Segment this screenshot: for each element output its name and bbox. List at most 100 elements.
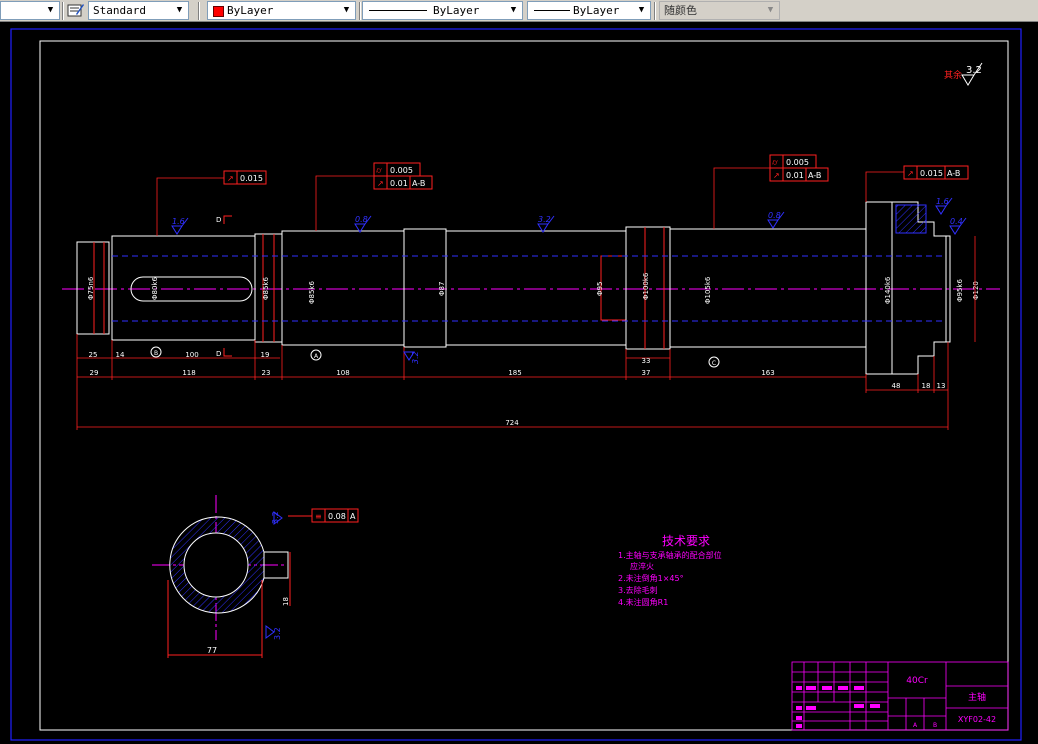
dim-text: 18: [282, 597, 290, 606]
dim-text: 18: [922, 382, 931, 390]
runout-icon: ↗: [227, 174, 234, 183]
section-mark: D: [216, 216, 221, 224]
tech-req-line: 4.未注圆角R1: [618, 597, 668, 607]
toolbar-separator: [654, 2, 656, 20]
dim-text: 118: [182, 369, 195, 377]
dim-text: 108: [336, 369, 349, 377]
roughness-value: 3.2: [273, 627, 282, 640]
layer-combo[interactable]: ▼: [0, 1, 60, 20]
tol-value: 0.005: [786, 158, 809, 167]
dia-label: Φ140k6: [884, 276, 892, 304]
dia-label: Φ87: [438, 282, 446, 296]
plot-style-combo[interactable]: 随颜色 ▼: [659, 1, 780, 20]
dia-label: Φ75n6: [87, 276, 95, 300]
dia-label: Φ80k6: [151, 277, 159, 300]
color-swatch-icon: [213, 6, 224, 17]
roughness-label: 其余: [944, 69, 962, 81]
roughness-value: 0.8: [355, 215, 368, 224]
lineweight-value: ByLayer: [573, 4, 620, 17]
tol-value: 0.015: [920, 169, 943, 178]
roughness-value: 3.2: [271, 511, 280, 524]
roughness-value: 3.2: [411, 351, 420, 364]
dim-text: 48: [892, 382, 901, 390]
dia-label: Φ120: [972, 281, 980, 300]
color-combo[interactable]: ByLayer ▼: [207, 1, 356, 20]
symmetry-icon: ≡: [315, 512, 322, 521]
title-cell: B: [933, 722, 937, 729]
tol-ref: A-B: [412, 179, 425, 188]
chevron-down-icon[interactable]: ▼: [635, 3, 648, 18]
plot-style-value: 随颜色: [664, 4, 697, 17]
roughness-value: 1.6: [936, 197, 949, 206]
tol-value: 0.01: [786, 171, 804, 180]
roughness-value: 1.6: [172, 217, 185, 226]
dim-text: 185: [508, 369, 521, 377]
roughness-value: 0.8: [768, 211, 781, 220]
toolbar-separator: [62, 2, 64, 20]
runout-icon: ↗: [773, 171, 780, 180]
cylindricity-icon: ⌭: [772, 158, 778, 167]
section-view: 77 18 ≡ 0.08 A 3.2 3.2: [152, 495, 359, 658]
tol-ref: A-B: [808, 171, 821, 180]
runout-icon: ↗: [377, 179, 384, 188]
drawing-canvas[interactable]: 其余 3.2 Φ75n6 Φ80k6 Φ85k6 Φ85k6 Φ87 Φ95 Φ…: [0, 22, 1038, 744]
chevron-down-icon[interactable]: ▼: [340, 3, 353, 18]
tech-req-line: 3.去除毛刺: [618, 585, 658, 595]
dim-text: 37: [642, 369, 651, 377]
section-marks: D D: [216, 215, 232, 358]
shaft-main-view: [62, 201, 1000, 375]
dia-label: Φ85k6: [262, 277, 270, 300]
dia-label: Φ85k6: [308, 281, 316, 304]
linetype-combo[interactable]: ByLayer ▼: [362, 1, 523, 20]
part-name: 主轴: [968, 691, 986, 703]
title-block-texts: 40Cr 主轴 XYF02-42 A B: [906, 676, 996, 729]
runout-icon: ↗: [907, 169, 914, 178]
material: 40Cr: [906, 676, 928, 686]
general-roughness: 其余 3.2: [944, 62, 983, 86]
tolerance-frames: ↗ 0.015 ⌭ 0.005 ↗ 0.01 A-B ⌭ 0.005 ↗ 0.0…: [223, 154, 969, 190]
chevron-down-icon[interactable]: ▼: [764, 3, 777, 18]
dia-label: Φ95: [596, 282, 604, 296]
tech-req-line: 应淬火: [630, 561, 654, 571]
dim-text: 19: [261, 351, 270, 359]
linetype-preview-icon: [369, 10, 427, 11]
dia-label: Φ95k6: [956, 279, 964, 302]
tol-value: 0.01: [390, 179, 408, 188]
tol-ref: A-B: [947, 169, 960, 178]
lineweight-preview-icon: [534, 10, 570, 11]
dim-text: 77: [207, 646, 217, 655]
dia-label: Φ100k6: [642, 272, 650, 300]
roughness-value: 0.4: [950, 217, 963, 226]
sheet-border-outer: [10, 28, 1022, 741]
title-cell: A: [913, 722, 918, 729]
datum-markers: B A C: [150, 346, 720, 368]
dim-text: 25: [89, 351, 98, 359]
dim-text: 724: [505, 419, 519, 427]
datum-b: B: [154, 350, 158, 357]
lineweight-combo[interactable]: ByLayer ▼: [527, 1, 651, 20]
dia-label: Φ105k6: [704, 276, 712, 304]
color-value: ByLayer: [227, 4, 274, 17]
tech-req-title: 技术要求: [662, 534, 710, 548]
dim-text: 163: [761, 369, 774, 377]
dim-text: 13: [937, 382, 946, 390]
tech-req-line: 1.主轴与支承轴承的配合部位: [618, 550, 722, 560]
chevron-down-icon[interactable]: ▼: [507, 3, 520, 18]
text-style-combo[interactable]: Standard ▼: [88, 1, 189, 20]
linetype-value: ByLayer: [433, 4, 480, 17]
datum-c: C: [712, 360, 716, 367]
tol-value: 0.015: [240, 174, 263, 183]
roughness-value: 3.2: [538, 215, 551, 224]
chevron-down-icon[interactable]: ▼: [44, 3, 57, 18]
dim-text: 100: [185, 351, 198, 359]
technical-requirements: 技术要求 1.主轴与支承轴承的配合部位 应淬火 2.未注倒角1×45° 3.去除…: [618, 534, 722, 607]
dim-text: 23: [262, 369, 271, 377]
tol-value: 0.005: [390, 166, 413, 175]
tol-value: 0.08: [328, 512, 346, 521]
drawing-code: XYF02-42: [958, 715, 996, 724]
text-style-icon[interactable]: [67, 2, 85, 19]
chevron-down-icon[interactable]: ▼: [173, 3, 186, 18]
toolbar-separator: [198, 2, 200, 20]
dimension-texts: 25 14 100 19 33 29 118 23 108 185 37 163…: [89, 351, 946, 427]
toolbar-separator: [359, 2, 361, 20]
